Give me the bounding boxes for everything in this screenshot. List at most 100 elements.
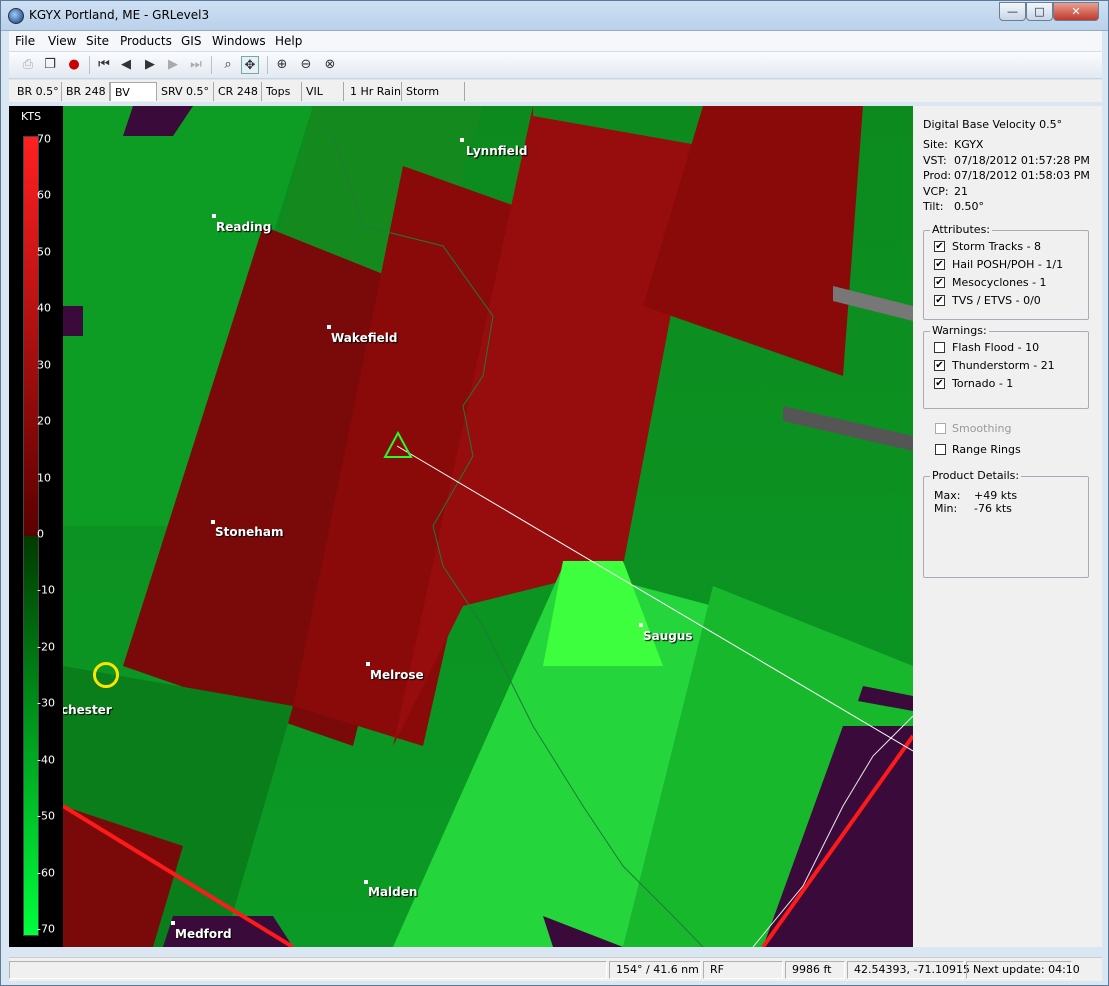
min-label: Min: (934, 502, 958, 515)
town-stoneham: Stoneham (215, 525, 284, 539)
app-icon[interactable] (8, 8, 24, 24)
menu-bar: File View Site Products GIS Windows Help (9, 31, 1102, 51)
warnings-title: Warnings: (930, 324, 989, 337)
attribute-checkbox[interactable]: ✔ (934, 241, 945, 252)
scale-tick-label: -10 (37, 583, 55, 597)
vst-value: 07/18/2012 01:57:28 PM (954, 154, 1090, 167)
attribute-checkbox[interactable]: ✔ (934, 259, 945, 270)
zoom-reset-icon[interactable]: ⊗ (321, 56, 339, 74)
town-winchester: chester (63, 703, 112, 717)
play-icon[interactable]: ▶ (141, 56, 159, 74)
town-lynnfield: Lynnfield (466, 144, 528, 158)
town-saugus: Saugus (643, 629, 693, 643)
tab-br-05[interactable]: BR 0.5° (13, 82, 62, 101)
prod-label: Prod: (923, 169, 952, 182)
warning-label: Flash Flood - 10 (952, 341, 1040, 354)
scale-tick-label: 50 (37, 245, 51, 259)
vst-label: VST: (923, 154, 947, 167)
warning-label: Thunderstorm - 21 (952, 359, 1055, 372)
tvs-marker-icon[interactable] (383, 431, 413, 459)
min-value: -76 kts (974, 502, 1012, 515)
town-dot (212, 214, 216, 218)
town-dot (460, 138, 464, 142)
town-medford: Medford (175, 927, 232, 941)
warning-label: Tornado - 1 (952, 377, 1014, 390)
status-mode: RF (703, 961, 783, 979)
scale-tick-label: 60 (37, 188, 51, 202)
tab-cr-248[interactable]: CR 248 (214, 82, 262, 101)
menu-file[interactable]: File (15, 34, 35, 48)
mesocyclone-icon[interactable] (93, 662, 119, 688)
warning-checkbox[interactable]: ✔ (934, 378, 945, 389)
pan-icon[interactable]: ✥ (241, 56, 259, 74)
tab-br-248[interactable]: BR 248 (62, 82, 110, 101)
zoom-icon[interactable]: ⌕ (219, 56, 237, 74)
scale-unit: KTS (21, 110, 42, 123)
status-message (9, 961, 607, 979)
town-malden: Malden (368, 885, 418, 899)
town-dot (327, 325, 331, 329)
menu-windows[interactable]: Windows (212, 34, 266, 48)
record-icon[interactable]: ● (65, 56, 83, 74)
minimize-button[interactable]: — (999, 2, 1026, 21)
velocity-imagery (63, 106, 913, 947)
toolbar: ⎙ ❐ ● ⏮ ◀ ▶ ▶ ⏭ ⌕ ✥ ⊕ ⊖ ⊗ (9, 51, 1102, 79)
range-rings-label: Range Rings (952, 443, 1021, 456)
attribute-checkbox[interactable]: ✔ (934, 295, 945, 306)
zoom-in-icon[interactable]: ⊕ (273, 56, 291, 74)
tab-tops[interactable]: Tops (262, 82, 302, 101)
details-title: Product Details: (930, 469, 1022, 482)
zoom-out-icon[interactable]: ⊖ (297, 56, 315, 74)
range-rings-checkbox[interactable] (935, 444, 946, 455)
next-frame-icon[interactable]: ▶ (164, 56, 182, 74)
site-label: Site: (923, 138, 948, 151)
scale-tick-label: 30 (37, 358, 51, 372)
radar-map[interactable]: Lynnfield Reading Wakefield Stoneham Mel… (63, 106, 913, 947)
close-button[interactable]: ✕ (1053, 2, 1099, 21)
title-bar[interactable]: KGYX Portland, ME - GRLevel3 — □ ✕ (1, 1, 1108, 31)
town-melrose: Melrose (370, 668, 424, 682)
attribute-checkbox[interactable]: ✔ (934, 277, 945, 288)
status-height: 9986 ft (785, 961, 845, 979)
product-name: Digital Base Velocity 0.5° (923, 118, 1063, 131)
warning-checkbox[interactable] (934, 342, 945, 353)
first-frame-icon[interactable]: ⏮ (95, 56, 113, 74)
town-dot (211, 520, 215, 524)
status-bearing: 154° / 41.6 nm (609, 961, 701, 979)
prod-value: 07/18/2012 01:58:03 PM (954, 169, 1090, 182)
info-panel: Digital Base Velocity 0.5° Site: KGYX VS… (913, 106, 1102, 947)
app-window: KGYX Portland, ME - GRLevel3 — □ ✕ File … (0, 0, 1109, 986)
scale-tick-label: -30 (37, 696, 55, 710)
status-bar: 154° / 41.6 nm RF 9986 ft 42.54393, -71.… (9, 957, 1102, 981)
menu-gis[interactable]: GIS (181, 34, 201, 48)
attribute-label: Hail POSH/POH - 1/1 (952, 258, 1064, 271)
tab-bv-05[interactable]: BV 0.5° (110, 82, 157, 118)
attribute-label: Storm Tracks - 8 (952, 240, 1042, 253)
tab-srv-05[interactable]: SRV 0.5° (157, 82, 214, 101)
attribute-label: Mesocyclones - 1 (952, 276, 1047, 289)
copy-icon[interactable]: ❐ (41, 56, 59, 74)
last-frame-icon[interactable]: ⏭ (187, 56, 205, 74)
tab-1hr-rain[interactable]: 1 Hr Rain (346, 82, 402, 101)
status-next-update: Next update: 04:10 (966, 961, 1080, 979)
scale-tick-label: -50 (37, 809, 55, 823)
scale-tick-label: 10 (37, 471, 51, 485)
menu-help[interactable]: Help (275, 34, 302, 48)
prev-frame-icon[interactable]: ◀ (117, 56, 135, 74)
menu-site[interactable]: Site (86, 34, 109, 48)
scale-tick-label: 20 (37, 414, 51, 428)
tab-storm-rain[interactable]: Storm Rain (402, 82, 465, 117)
capture-icon[interactable]: ⎙ (19, 56, 37, 74)
town-dot (366, 662, 370, 666)
smoothing-checkbox[interactable] (935, 423, 946, 434)
status-coords: 42.54393, -71.10915 (847, 961, 970, 979)
maximize-button[interactable]: □ (1026, 2, 1053, 21)
menu-products[interactable]: Products (120, 34, 172, 48)
vcp-value: 21 (954, 185, 968, 198)
tab-vil[interactable]: VIL (302, 82, 344, 101)
site-value: KGYX (954, 138, 984, 151)
vcp-label: VCP: (923, 185, 949, 198)
menu-view[interactable]: View (48, 34, 76, 48)
town-dot (364, 880, 368, 884)
warning-checkbox[interactable]: ✔ (934, 360, 945, 371)
